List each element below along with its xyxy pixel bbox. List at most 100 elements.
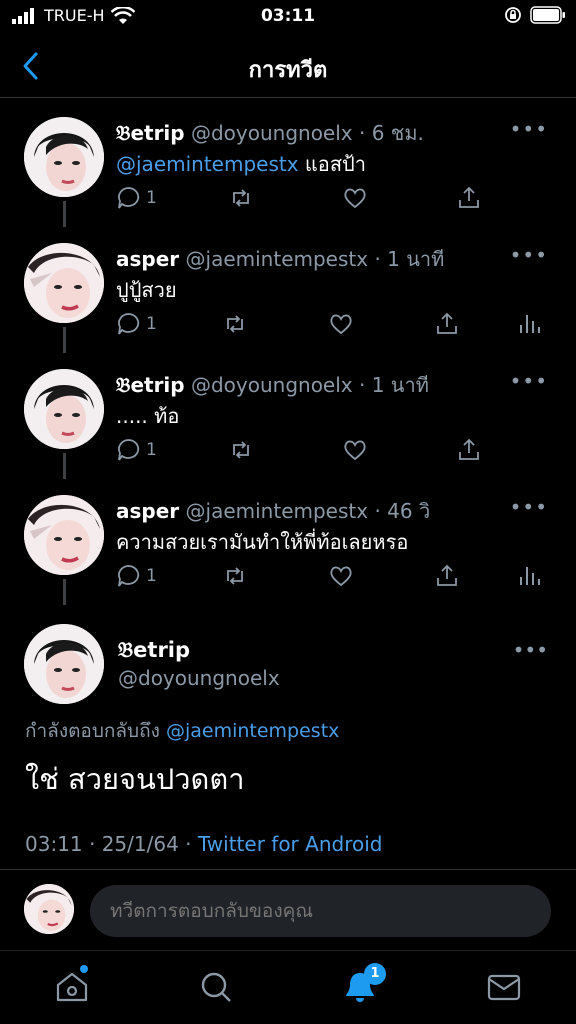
tweet-item[interactable]: asper @jaemintempestx · 1 นาที ••• ปูปู้… xyxy=(0,225,576,353)
reply-count: 1 xyxy=(146,566,157,586)
like-button[interactable] xyxy=(328,563,354,589)
reply-icon xyxy=(118,565,140,587)
tweet-item[interactable]: 𝔅etrip @doyoungnoelx · 1 นาที ••• ..... … xyxy=(0,351,576,479)
analytics-button[interactable] xyxy=(516,311,542,337)
share-button[interactable] xyxy=(456,185,482,211)
tweet-text: ..... ท้อ xyxy=(116,400,179,432)
handle[interactable]: @doyoungnoelx xyxy=(191,121,353,145)
like-button[interactable] xyxy=(342,185,368,211)
display-name[interactable]: 𝔅etrip xyxy=(118,638,190,663)
mention-link[interactable]: @jaemintempestx xyxy=(166,720,339,742)
tab-messages[interactable] xyxy=(486,969,526,1009)
tab-notifications[interactable]: 1 xyxy=(342,963,386,1009)
tweet-actions: 1 xyxy=(116,311,556,339)
tweet-footer: 03:11 · 25/1/64 · Twitter for Android xyxy=(25,832,382,856)
share-icon xyxy=(437,564,457,586)
status-bar: TRUE-H 03:11 xyxy=(0,0,576,34)
avatar[interactable] xyxy=(24,117,104,197)
handle[interactable]: @jaemintempestx xyxy=(186,499,369,523)
mention-link[interactable]: @jaemintempestx xyxy=(116,152,299,176)
share-button[interactable] xyxy=(434,563,460,589)
analytics-button[interactable] xyxy=(516,563,542,589)
reply-count: 1 xyxy=(146,314,157,334)
battery-icon xyxy=(530,6,565,24)
thread-connector xyxy=(63,327,66,353)
tweet-text: @jaemintempestx แอสป้า xyxy=(116,148,366,180)
tweet-item[interactable]: asper @jaemintempestx · 46 วิ ••• ความสว… xyxy=(0,477,576,605)
thread-connector xyxy=(63,201,66,227)
retweet-icon xyxy=(227,315,243,333)
tweet-header: 𝔅etrip @doyoungnoelx · 1 นาที xyxy=(116,369,429,401)
tweet-body: แอสป้า xyxy=(298,152,366,176)
thread-connector xyxy=(63,579,66,605)
notification-badge: 1 xyxy=(364,963,386,985)
search-icon xyxy=(201,972,231,1002)
avatar[interactable] xyxy=(24,624,104,704)
tweet-body: ปูปู้สวย xyxy=(116,278,177,302)
share-icon xyxy=(437,312,457,334)
retweet-button[interactable] xyxy=(222,563,248,589)
avatar[interactable] xyxy=(24,369,104,449)
replying-label: กำลังตอบกลับถึง xyxy=(25,720,160,742)
thread-connector xyxy=(63,453,66,479)
tweet-text: ใช่ สวยจนปวดตา xyxy=(25,762,245,796)
more-options-icon[interactable]: ••• xyxy=(510,243,548,267)
share-button[interactable] xyxy=(456,437,482,463)
handle[interactable]: @doyoungnoelx xyxy=(191,373,353,397)
handle[interactable]: @jaemintempestx xyxy=(186,247,369,271)
heart-icon xyxy=(330,314,352,335)
retweet-icon xyxy=(233,441,249,459)
rotation-lock-icon xyxy=(505,7,521,23)
reply-count: 1 xyxy=(146,440,157,460)
tweet-item[interactable]: 𝔅etrip @doyoungnoelx · 6 ชม. ••• @jaemin… xyxy=(0,99,576,227)
clock: 03:11 xyxy=(260,6,316,26)
source-link[interactable]: Twitter for Android xyxy=(198,832,383,856)
more-options-icon[interactable]: ••• xyxy=(510,495,548,519)
avatar[interactable] xyxy=(24,243,104,323)
tab-bar: 1 xyxy=(0,950,576,1024)
tab-search[interactable] xyxy=(198,969,238,1009)
tweet-body: ..... ท้อ xyxy=(116,404,180,428)
handle[interactable]: @doyoungnoelx xyxy=(118,666,280,690)
tweet-text: ความสวยเรามันทำให้พี่ท้อเลยหรอ xyxy=(116,526,408,558)
reply-input[interactable] xyxy=(90,885,551,937)
analytics-icon xyxy=(520,315,540,333)
avatar xyxy=(24,884,74,934)
reply-icon xyxy=(118,439,140,461)
heart-icon xyxy=(344,188,366,209)
reply-button[interactable]: 1 xyxy=(116,563,157,589)
share-icon xyxy=(459,186,479,208)
display-name[interactable]: 𝔅etrip xyxy=(116,373,185,397)
avatar[interactable] xyxy=(24,495,104,575)
thread: 𝔅etrip @doyoungnoelx · 6 ชม. ••• @jaemin… xyxy=(0,99,576,605)
retweet-button[interactable] xyxy=(222,311,248,337)
reply-button[interactable]: 1 xyxy=(116,185,157,211)
display-name[interactable]: 𝔅etrip xyxy=(116,121,185,145)
display-name[interactable]: asper xyxy=(116,247,179,271)
more-options-icon[interactable]: ••• xyxy=(513,638,548,662)
share-button[interactable] xyxy=(434,311,460,337)
retweet-icon xyxy=(227,567,243,585)
heart-icon xyxy=(330,566,352,587)
like-button[interactable] xyxy=(342,437,368,463)
reply-icon xyxy=(118,187,140,209)
reply-button[interactable]: 1 xyxy=(116,437,157,463)
reply-count: 1 xyxy=(146,188,157,208)
tweet-text: ปูปู้สวย xyxy=(116,274,177,306)
tweet-actions: 1 xyxy=(116,437,556,465)
more-options-icon[interactable]: ••• xyxy=(510,369,548,393)
timestamp: · 1 นาที xyxy=(374,247,445,271)
tweet-header: asper @jaemintempestx · 46 วิ xyxy=(116,495,430,527)
heart-icon xyxy=(344,440,366,461)
reply-button[interactable]: 1 xyxy=(116,311,157,337)
like-button[interactable] xyxy=(328,311,354,337)
tweet-actions: 1 xyxy=(116,563,556,591)
retweet-button[interactable] xyxy=(228,437,254,463)
retweet-button[interactable] xyxy=(228,185,254,211)
display-name[interactable]: asper xyxy=(116,499,179,523)
analytics-icon xyxy=(520,567,540,585)
tweet-body: ความสวยเรามันทำให้พี่ท้อเลยหรอ xyxy=(116,530,409,554)
tab-home[interactable] xyxy=(54,965,94,1009)
more-options-icon[interactable]: ••• xyxy=(510,117,548,141)
tweet-header: asper @jaemintempestx · 1 นาที xyxy=(116,243,444,275)
